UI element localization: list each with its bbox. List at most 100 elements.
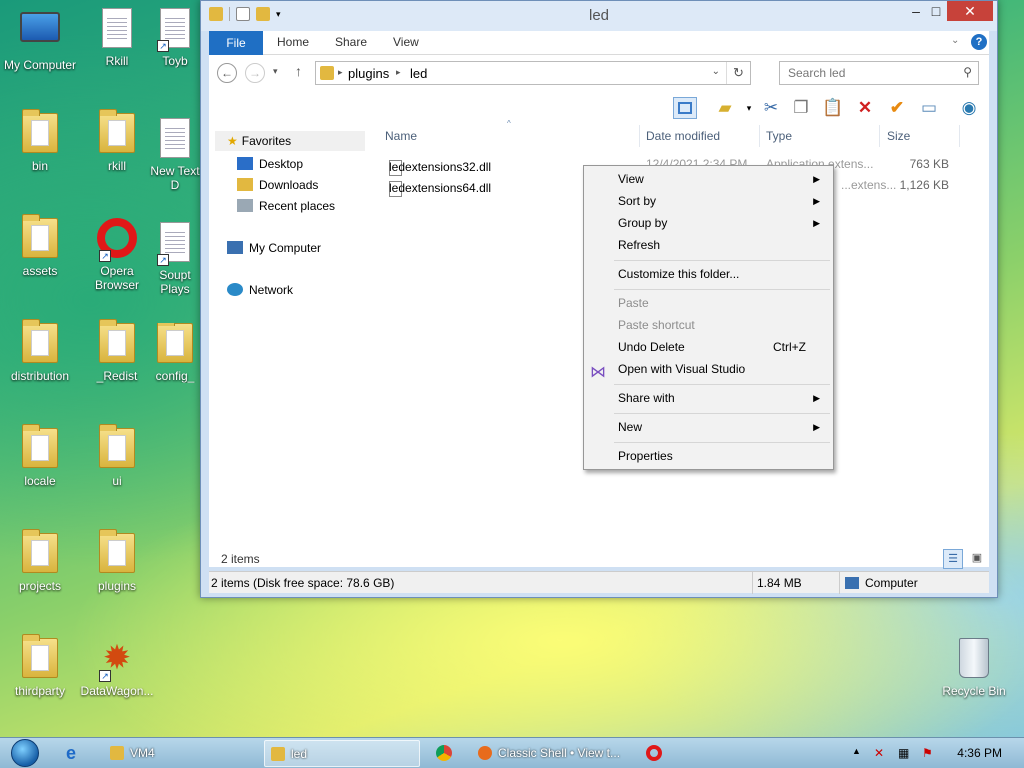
internet-explorer-icon[interactable]: e — [66, 743, 86, 763]
back-button[interactable]: ← — [217, 63, 237, 83]
forward-button[interactable]: → — [245, 63, 265, 83]
preview-pane-icon[interactable] — [673, 97, 697, 119]
nav-favorites[interactable]: ★ Favorites — [215, 131, 365, 151]
desktop-icon-my-computer[interactable]: My Computer — [0, 8, 80, 72]
shortcut-arrow-icon: ↗ — [157, 40, 169, 52]
taskbar-task-vm4[interactable]: VM4 — [104, 740, 254, 767]
menu-item-share-with[interactable]: Share with ▶ — [618, 388, 828, 408]
copy-icon[interactable]: ❐ — [789, 97, 813, 119]
up-button[interactable]: ↑ — [295, 63, 302, 79]
desktop-icon-toyb[interactable]: ↗ Toyb — [147, 8, 203, 68]
column-header-type[interactable]: Type — [766, 129, 792, 143]
desktop-icon-bin[interactable]: bin — [0, 109, 80, 173]
action-center-icon[interactable]: ⚑ — [922, 746, 933, 760]
tab-file[interactable]: File — [209, 31, 263, 55]
menu-item-refresh[interactable]: Refresh — [618, 235, 828, 255]
network-globe-icon[interactable]: ◉ — [957, 97, 981, 119]
breadcrumb-arrow-icon[interactable]: ▸ — [396, 67, 401, 78]
clock[interactable]: 4:36 PM — [957, 746, 1002, 760]
menu-item-paste[interactable]: Paste — [618, 293, 828, 313]
folder-icon — [22, 424, 58, 468]
desktop-icon-rkill[interactable]: rkill — [77, 109, 157, 173]
opera-icon[interactable] — [646, 745, 662, 761]
desktop-icon-new-text-doc[interactable]: New Text D — [147, 118, 203, 192]
nav-downloads[interactable]: Downloads — [237, 178, 318, 192]
recent-places-icon — [237, 199, 253, 212]
network-status-icon[interactable]: ▦ — [898, 746, 909, 760]
tab-view[interactable]: View — [393, 35, 419, 49]
address-dropdown-icon[interactable]: ⌄ — [712, 66, 720, 77]
desktop-icon-opera[interactable]: ↗ Opera Browser — [77, 218, 157, 292]
desktop-icon-projects[interactable]: projects — [0, 529, 80, 593]
chrome-icon[interactable] — [436, 745, 452, 761]
desktop-icon-distribution[interactable]: distribution — [0, 319, 80, 383]
desktop-icon-soupt[interactable]: ↗ Soupt Plays — [147, 222, 203, 296]
large-icons-view-icon[interactable]: ▣ — [967, 549, 987, 569]
folder-icon — [157, 323, 193, 363]
refresh-icon[interactable]: ↻ — [726, 62, 750, 84]
desktop-icon-assets[interactable]: assets — [0, 214, 80, 278]
details-view-icon[interactable]: ☰ — [943, 549, 963, 569]
desktop-icon-redist[interactable]: _Redist — [77, 319, 157, 383]
search-icon: ⚲ — [963, 65, 972, 79]
taskbar: e VM4 led Classic Shell • View t... ▲ ✕ … — [0, 737, 1024, 768]
folder-options-icon[interactable]: ▰ — [713, 97, 737, 119]
menu-item-properties[interactable]: Properties — [618, 446, 828, 466]
menu-item-new[interactable]: New ▶ — [618, 417, 828, 437]
folder-icon — [99, 109, 135, 153]
taskbar-task-led[interactable]: led — [264, 740, 420, 767]
title-bar[interactable]: ▾ led – □ ✕ — [201, 1, 997, 31]
breadcrumb-arrow-icon[interactable]: ▸ — [338, 67, 343, 78]
visual-studio-icon: ⋈ — [590, 364, 606, 381]
folder-options-dropdown-icon[interactable]: ▾ — [737, 97, 761, 119]
status-bar: 2 items (Disk free space: 78.6 GB) 1.84 … — [209, 571, 989, 594]
column-header-size[interactable]: Size — [887, 129, 910, 143]
desktop-icon-config[interactable]: config_ — [147, 323, 203, 383]
column-header-name[interactable]: Name — [385, 129, 417, 143]
nav-desktop[interactable]: Desktop — [237, 157, 303, 171]
expand-ribbon-icon[interactable]: ⌄ — [951, 35, 959, 46]
start-button[interactable] — [6, 738, 44, 768]
desktop-icon-plugins[interactable]: plugins — [77, 529, 157, 593]
desktop-icon-locale[interactable]: locale — [0, 424, 80, 488]
star-icon: ★ — [227, 134, 238, 148]
ribbon-tabs: File Home Share View ⌄ ? — [209, 31, 989, 55]
desktop-icon-datawagon[interactable]: ✹ ↗ DataWagon... — [77, 638, 157, 698]
tab-share[interactable]: Share — [335, 35, 367, 49]
breadcrumb-plugins[interactable]: plugins — [348, 66, 389, 81]
search-input[interactable]: Search led ⚲ — [779, 61, 979, 85]
desktop-icon-thirdparty[interactable]: thirdparty — [0, 634, 80, 698]
help-icon[interactable]: ? — [971, 34, 987, 50]
menu-item-paste-shortcut[interactable]: Paste shortcut — [618, 315, 828, 335]
cut-icon[interactable]: ✂ — [759, 97, 783, 119]
delete-icon[interactable]: ✕ — [853, 97, 877, 119]
show-hidden-icons-icon[interactable]: ▲ — [852, 746, 861, 756]
submenu-arrow-icon: ▶ — [813, 422, 820, 432]
address-row: ← → ▾ ↑ ▸ plugins ▸ led ⌄ ↻ Search led ⚲ — [209, 55, 989, 91]
desktop-icon-ui[interactable]: ui — [77, 424, 157, 488]
document-icon — [102, 8, 132, 48]
volume-muted-icon[interactable]: ✕ — [874, 746, 884, 760]
close-button[interactable]: ✕ — [947, 1, 993, 21]
menu-item-customize[interactable]: Customize this folder... — [618, 264, 828, 284]
check-icon[interactable]: ✔ — [885, 97, 909, 119]
column-header-date[interactable]: Date modified — [646, 129, 720, 143]
menu-item-sort-by[interactable]: Sort by ▶ — [618, 191, 828, 211]
menu-item-open-visual-studio[interactable]: Open with Visual Studio — [618, 359, 828, 379]
computer-icon — [227, 241, 243, 254]
breadcrumb-led[interactable]: led — [410, 66, 427, 81]
address-bar[interactable]: ▸ plugins ▸ led ⌄ ↻ — [315, 61, 751, 85]
recent-locations-icon[interactable]: ▾ — [273, 66, 278, 77]
properties-icon[interactable]: ▭ — [917, 97, 941, 119]
desktop-icon-rkill-exe[interactable]: Rkill — [77, 8, 157, 68]
taskbar-task-classic-shell[interactable]: Classic Shell • View t... — [472, 740, 628, 767]
menu-item-group-by[interactable]: Group by ▶ — [618, 213, 828, 233]
menu-item-view[interactable]: View ▶ — [618, 169, 828, 189]
nav-recent-places[interactable]: Recent places — [237, 199, 335, 213]
paste-icon[interactable]: 📋 — [821, 97, 845, 119]
menu-item-undo-delete[interactable]: Undo Delete Ctrl+Z — [618, 337, 828, 357]
nav-network[interactable]: Network — [227, 283, 293, 297]
desktop-icon-recycle-bin[interactable]: Recycle Bin — [934, 638, 1014, 698]
nav-my-computer[interactable]: My Computer — [227, 241, 321, 255]
tab-home[interactable]: Home — [277, 35, 309, 49]
